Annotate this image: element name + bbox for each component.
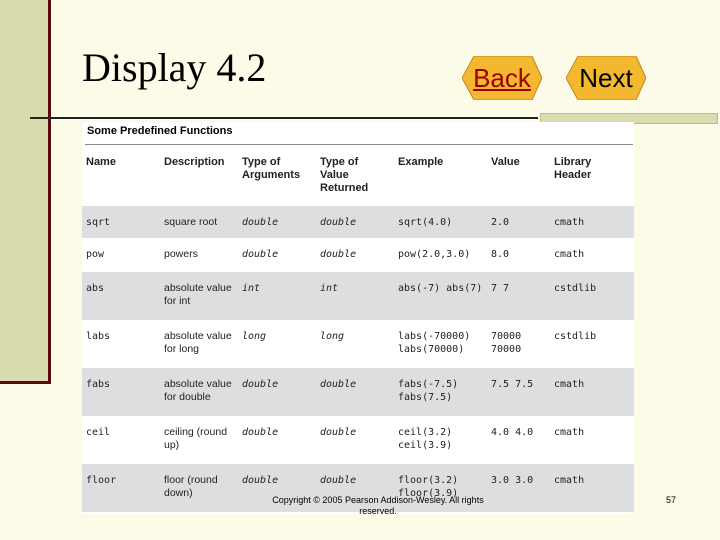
cell-library: cmath xyxy=(550,368,634,416)
cell-description: powers xyxy=(164,248,198,260)
back-button-label: Back xyxy=(473,62,531,93)
cell-arg-type: double xyxy=(238,368,316,416)
cell-arg-type: double xyxy=(242,427,279,438)
cell-value: 4.0 4.0 xyxy=(491,427,534,438)
functions-table-panel: Some Predefined Functions Name Descripti… xyxy=(82,122,634,514)
header-return-type: Type of Value Returned xyxy=(320,156,369,194)
cell-example: ceil(3.2) ceil(3.9) xyxy=(398,427,453,451)
table-row: abs absolute value for int int int abs(-… xyxy=(82,272,634,320)
cell-arg-type: double xyxy=(238,206,316,238)
cell-value: 3.0 3.0 xyxy=(487,464,550,512)
cell-library: cmath xyxy=(554,249,585,260)
cell-description: square root xyxy=(160,206,238,238)
cell-name: ceil xyxy=(86,427,111,438)
cell-description: absolute value for double xyxy=(160,368,238,416)
header-arg-type: Type of Arguments xyxy=(242,156,301,181)
table-caption: Some Predefined Functions xyxy=(87,125,233,137)
cell-return-type: double xyxy=(320,249,357,260)
cell-name: pow xyxy=(86,249,105,260)
copyright-footer: Copyright © 2005 Pearson Addison-Wesley.… xyxy=(272,495,484,516)
left-decorative-bar xyxy=(0,0,51,384)
table-row: sqrt square root double double sqrt(4.0)… xyxy=(82,206,634,238)
header-library: Library Header xyxy=(554,156,592,181)
table-row: labs absolute value for long long long l… xyxy=(82,320,634,368)
page-number: 57 xyxy=(666,495,677,505)
header-name: Name xyxy=(86,156,116,168)
cell-example: labs(-70000) labs(70000) xyxy=(398,331,471,355)
cell-library: cstdlib xyxy=(550,272,634,320)
title-divider xyxy=(30,117,538,119)
cell-description: absolute value for long xyxy=(164,330,232,355)
cell-return-type: int xyxy=(316,272,394,320)
cell-example: abs(-7) abs(7) xyxy=(394,272,487,320)
cell-value: 70000 70000 xyxy=(491,331,522,355)
table-row: fabs absolute value for double double do… xyxy=(82,368,634,416)
header-value: Value xyxy=(491,156,520,168)
cell-library: cmath xyxy=(554,427,585,438)
cell-return-type: double xyxy=(316,368,394,416)
cell-value: 8.0 xyxy=(491,249,510,260)
cell-example: pow(2.0,3.0) xyxy=(398,249,471,260)
cell-example: sqrt(4.0) xyxy=(394,206,487,238)
cell-example: fabs(-7.5) fabs(7.5) xyxy=(394,368,487,416)
table-header-row: Name Description Type of Arguments Type … xyxy=(82,152,634,206)
cell-description: floor (round down) xyxy=(160,464,238,512)
header-example: Example xyxy=(398,156,444,168)
table-row: ceil ceiling (round up) double double ce… xyxy=(82,416,634,464)
cell-value: 7.5 7.5 xyxy=(487,368,550,416)
cell-return-type: long xyxy=(320,331,345,342)
cell-name: sqrt xyxy=(82,206,160,238)
table-row: pow powers double double pow(2.0,3.0) 8.… xyxy=(82,238,634,272)
cell-name: fabs xyxy=(82,368,160,416)
cell-return-type: double xyxy=(316,206,394,238)
functions-table: Name Description Type of Arguments Type … xyxy=(82,152,634,512)
left-bar-accent xyxy=(0,381,48,384)
next-button[interactable]: Next xyxy=(566,56,646,100)
header-description: Description xyxy=(164,156,225,168)
cell-arg-type: double xyxy=(242,249,279,260)
next-button-label: Next xyxy=(579,62,633,93)
cell-arg-type: int xyxy=(238,272,316,320)
cell-name: abs xyxy=(82,272,160,320)
cell-library: cmath xyxy=(550,464,634,512)
back-button[interactable]: Back xyxy=(462,56,542,100)
caption-divider xyxy=(85,144,633,145)
cell-return-type: double xyxy=(320,427,357,438)
cell-library: cmath xyxy=(550,206,634,238)
cell-description: absolute value for int xyxy=(160,272,238,320)
cell-value: 2.0 xyxy=(487,206,550,238)
cell-arg-type: long xyxy=(242,331,267,342)
cell-description: ceiling (round up) xyxy=(164,426,228,451)
cell-name: labs xyxy=(86,331,111,342)
cell-library: cstdlib xyxy=(554,331,597,342)
cell-value: 7 7 xyxy=(487,272,550,320)
slide-title: Display 4.2 xyxy=(82,45,267,90)
cell-name: floor xyxy=(82,464,160,512)
